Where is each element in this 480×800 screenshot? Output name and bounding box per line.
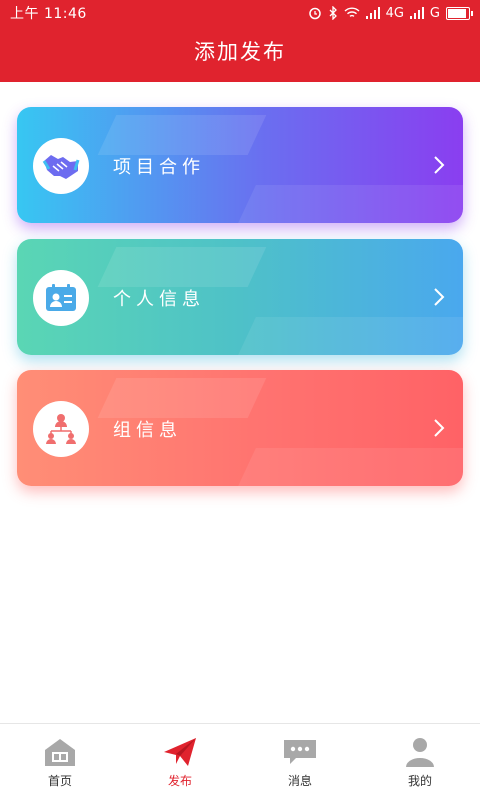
network-type-2: G — [429, 5, 440, 21]
battery-icon — [446, 6, 473, 20]
bluetooth-icon — [329, 6, 337, 20]
wifi-icon — [344, 7, 360, 17]
app-header: 上午 11:46 4G G 添加发布 — [0, 0, 480, 82]
handshake-icon — [42, 155, 80, 179]
message-icon — [284, 740, 316, 764]
page-title: 添加发布 — [194, 40, 286, 64]
status-time: 上午 11:46 — [10, 6, 87, 22]
status-bar: 上午 11:46 4G G — [0, 0, 480, 26]
user-icon — [406, 738, 434, 767]
signal-icon — [365, 7, 380, 19]
chevron-right-icon — [434, 288, 445, 306]
tab-messages[interactable]: 消息 — [240, 724, 360, 800]
signal-icon-2 — [409, 7, 424, 19]
group-icon — [46, 414, 76, 444]
tab-label-mine: 我的 — [407, 774, 432, 788]
tab-publish[interactable]: 发布 — [120, 724, 240, 800]
tab-label-publish: 发布 — [167, 774, 192, 788]
tab-mine[interactable]: 我的 — [360, 724, 480, 800]
tab-label-messages: 消息 — [287, 774, 312, 788]
card-project-cooperation[interactable]: 项目合作 — [17, 107, 463, 223]
chevron-right-icon — [434, 419, 445, 437]
id-card-icon — [46, 284, 76, 311]
card-label-group: 组信息 — [113, 420, 182, 441]
chevron-right-icon — [434, 156, 445, 174]
card-label-personal: 个人信息 — [113, 289, 205, 310]
home-icon — [45, 739, 75, 766]
paper-plane-icon — [164, 738, 196, 766]
tab-label-home: 首页 — [47, 774, 72, 788]
card-label-project: 项目合作 — [113, 157, 205, 178]
alarm-icon — [308, 7, 321, 20]
bottom-tab-bar: 首页 发布 消息 我的 — [0, 723, 480, 800]
card-personal-info[interactable]: 个人信息 — [17, 239, 463, 355]
tab-home[interactable]: 首页 — [0, 724, 120, 800]
network-type: 4G — [385, 5, 404, 21]
card-group-info[interactable]: 组信息 — [17, 370, 463, 486]
